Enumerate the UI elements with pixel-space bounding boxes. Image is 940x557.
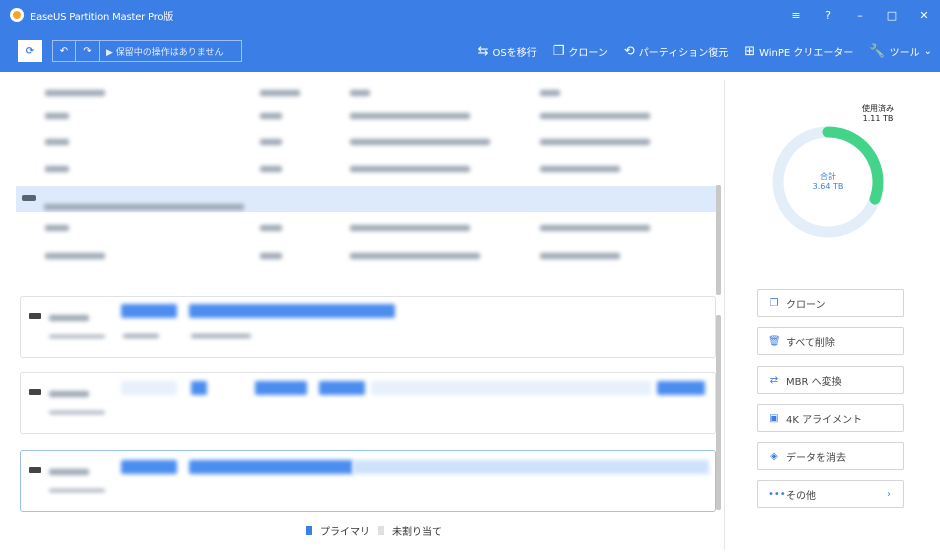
chevron-down-icon: ⌄	[923, 45, 932, 57]
disk-icon	[29, 467, 41, 473]
eraser-icon: ◈	[770, 450, 778, 462]
help-icon[interactable]: ?	[822, 9, 834, 22]
more-button[interactable]: ••• その他 ›	[757, 480, 904, 508]
more-dots-icon: •••	[768, 488, 786, 500]
scrollbar-top[interactable]	[716, 185, 721, 295]
menu-icon[interactable]: ≡	[790, 9, 802, 22]
partition-segment[interactable]	[657, 381, 705, 395]
winpe-creator-button[interactable]: ⊞ WinPE クリエーター	[744, 44, 853, 59]
wrench-icon: 🔧	[869, 43, 886, 59]
delete-all-button[interactable]: 🗑 すべて削除	[757, 327, 904, 355]
table-row[interactable]	[20, 215, 710, 241]
window-controls: ≡ ? – □ ✕	[790, 0, 930, 30]
title-bar: EaseUS Partition Master Pro版 ≡ ? – □ ✕	[0, 0, 940, 30]
app-logo-icon	[10, 8, 24, 22]
partition-segment[interactable]	[121, 460, 177, 474]
disk-icon	[29, 313, 41, 319]
wipe-data-label: データを消去	[786, 452, 846, 464]
clone-icon: ❐	[552, 43, 565, 59]
legend: プライマリ 未割り当て	[306, 523, 442, 538]
clone-button-label: クローン	[786, 299, 826, 311]
migrate-arrows-icon: ⇆	[477, 43, 489, 59]
partition-segment[interactable]	[255, 381, 307, 395]
migrate-os-label: OSを移行	[492, 47, 537, 59]
clone-toolbar-button[interactable]: ❐ クローン	[553, 44, 608, 59]
primary-swatch-icon	[306, 526, 312, 535]
migrate-os-button[interactable]: ⇆ OSを移行	[478, 44, 537, 59]
windows-icon: ⊞	[744, 43, 756, 59]
disk-map-card[interactable]	[20, 296, 716, 358]
table-row[interactable]	[20, 243, 710, 269]
4k-alignment-button[interactable]: ▣ 4K アライメント	[757, 404, 904, 432]
partition-segment[interactable]	[189, 460, 353, 474]
partition-segment[interactable]	[121, 304, 177, 318]
close-button[interactable]: ✕	[918, 9, 930, 22]
scrollbar-bottom[interactable]	[716, 315, 721, 510]
toolbar: ⟳ ↶ ↷ ▶ 保留中の操作はありません ⇆ OSを移行 ❐ クローン ⟲ パー…	[0, 30, 940, 72]
chevron-right-icon: ›	[887, 488, 891, 500]
tools-label: ツール	[889, 47, 920, 59]
partition-segment[interactable]	[319, 381, 365, 395]
total-value: 3.64 TB	[812, 182, 844, 191]
alignment-icon: ▣	[769, 412, 779, 424]
total-label: 合計	[820, 172, 836, 181]
wipe-data-button[interactable]: ◈ データを消去	[757, 442, 904, 470]
partition-recovery-button[interactable]: ⟲ パーティション復元	[624, 44, 728, 59]
pane-divider	[724, 80, 725, 550]
disk-icon	[22, 195, 36, 201]
partition-segment[interactable]	[353, 460, 709, 474]
toolbar-actions: ⇆ OSを移行 ❐ クローン ⟲ パーティション復元 ⊞ WinPE クリエータ…	[478, 30, 932, 72]
partition-segment[interactable]	[371, 381, 651, 395]
delete-all-label: すべて削除	[786, 337, 835, 349]
4k-alignment-label: 4K アライメント	[786, 414, 863, 426]
convert-to-mbr-button[interactable]: ⇄ MBR へ変換	[757, 366, 904, 394]
trash-icon: 🗑	[768, 335, 781, 347]
legend-unallocated-label: 未割り当て	[392, 527, 442, 538]
clone-button[interactable]: ❐ クローン	[757, 289, 904, 317]
convert-to-mbr-label: MBR へ変換	[786, 376, 842, 388]
unallocated-swatch-icon	[378, 526, 384, 535]
maximize-button[interactable]: □	[886, 9, 898, 22]
disk-map-card[interactable]	[20, 372, 716, 434]
pending-operations-button[interactable]: ▶ 保留中の操作はありません	[100, 40, 242, 62]
clone-icon: ❐	[769, 297, 779, 309]
tools-menu-button[interactable]: 🔧 ツール ⌄	[869, 44, 932, 59]
usage-title: 使用済み	[862, 104, 894, 113]
convert-icon: ⇄	[769, 374, 779, 386]
redo-button[interactable]: ↷	[76, 40, 100, 62]
winpe-creator-label: WinPE クリエーター	[759, 47, 854, 59]
clone-toolbar-label: クローン	[568, 47, 608, 59]
partition-segment[interactable]	[189, 304, 395, 318]
disk-icon	[29, 389, 41, 395]
recovery-icon: ⟲	[623, 43, 635, 59]
table-row[interactable]	[20, 156, 710, 182]
undo-button[interactable]: ↶	[52, 40, 76, 62]
partition-recovery-label: パーティション復元	[638, 47, 729, 59]
minimize-button[interactable]: –	[854, 9, 866, 22]
partition-segment[interactable]	[121, 381, 177, 395]
app-title: EaseUS Partition Master Pro版	[30, 11, 174, 23]
legend-primary-label: プライマリ	[320, 527, 370, 538]
refresh-button[interactable]: ⟳	[18, 40, 42, 62]
disk-map-card-selected[interactable]	[20, 450, 716, 512]
total-capacity: 合計 3.64 TB	[800, 172, 856, 192]
disk-row-selected[interactable]	[16, 186, 716, 212]
table-row[interactable]	[20, 103, 710, 129]
partition-segment[interactable]	[191, 381, 207, 395]
table-row[interactable]	[20, 129, 710, 155]
more-label: その他	[786, 490, 816, 502]
